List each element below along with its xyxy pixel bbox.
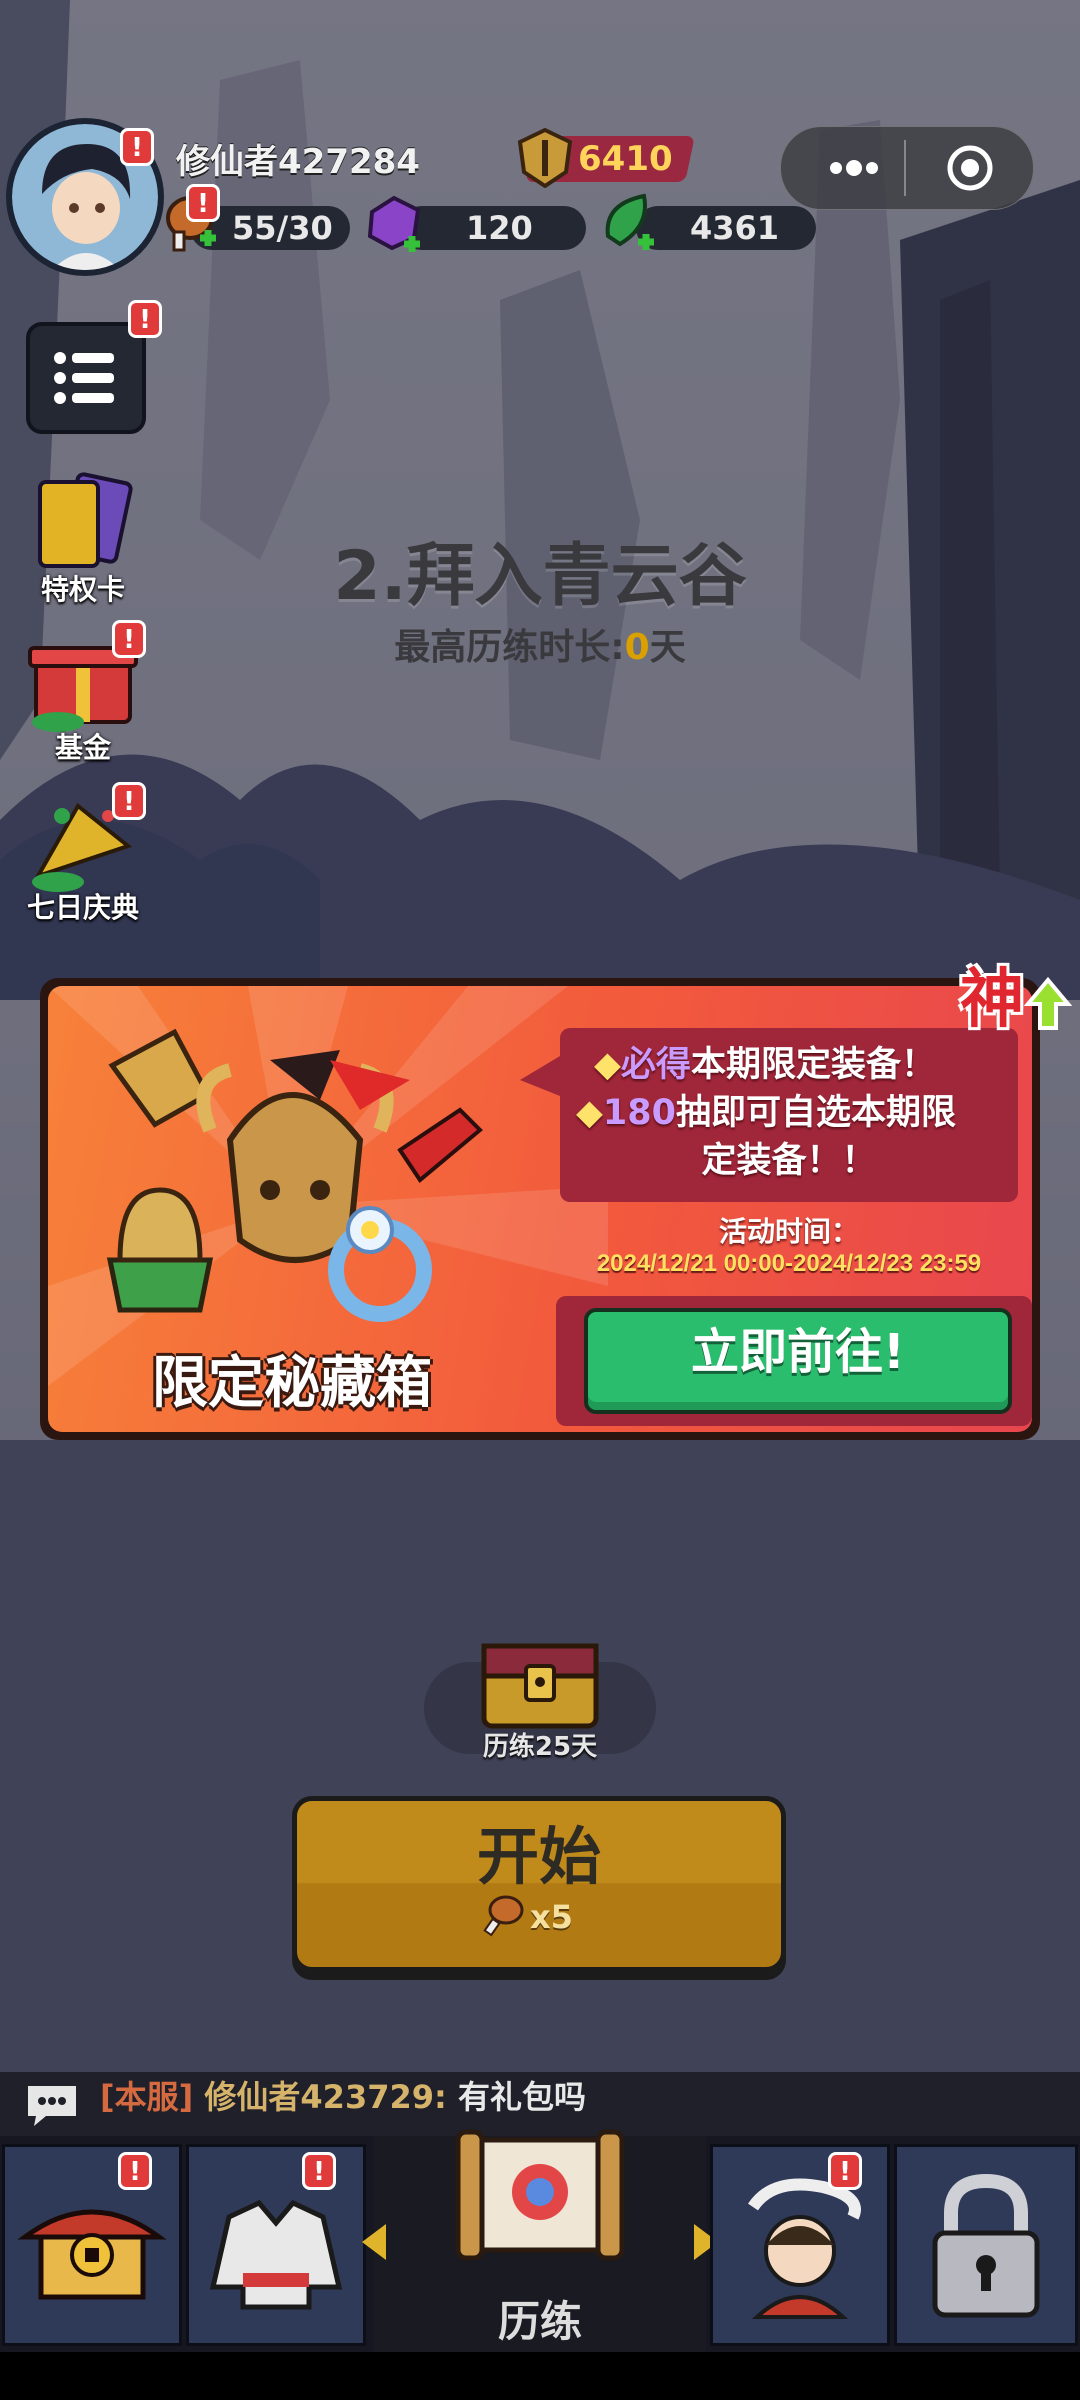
system-navigation-bar bbox=[0, 2352, 1080, 2400]
list-menu-icon bbox=[54, 352, 114, 404]
drumstick-cost-icon bbox=[483, 1895, 524, 1937]
chat-server-tag: [本服] bbox=[100, 2078, 194, 2116]
shop-alert-badge: ! bbox=[118, 2152, 152, 2190]
jade-leaf-icon bbox=[605, 193, 654, 250]
stage-title: 2.拜入青云谷 bbox=[333, 537, 747, 616]
guaranteed-text: 必得 bbox=[620, 1045, 691, 1085]
character-alert-badge: ! bbox=[828, 2152, 862, 2190]
chest-label: 历练25天 bbox=[482, 1732, 598, 1762]
reward-line-3: 定装备！！ bbox=[701, 1141, 877, 1181]
left-arrow-icon[interactable] bbox=[356, 2220, 392, 2264]
more-options-button[interactable] bbox=[808, 140, 898, 196]
gold-value: 6410 bbox=[578, 139, 673, 179]
scroll-training-icon bbox=[455, 2129, 625, 2261]
coin-pavilion-icon bbox=[17, 2209, 167, 2300]
equipment-alert-badge: ! bbox=[302, 2152, 336, 2190]
activity-time-label: 活动时间： bbox=[718, 1215, 859, 1248]
draw-count: 180 bbox=[602, 1093, 676, 1133]
go-now-button[interactable]: 立即前往! bbox=[584, 1308, 1012, 1414]
stamina-alert-badge: ! bbox=[186, 184, 220, 222]
limited-box-title: 限定秘藏箱 bbox=[152, 1351, 432, 1416]
best-training-duration: 最高历练时长:0天 bbox=[0, 618, 1080, 670]
upgrade-arrow-icon bbox=[1024, 976, 1072, 1030]
diamond-bullet-1: ◆ bbox=[594, 1045, 621, 1085]
menu-alert-badge: ! bbox=[128, 300, 162, 338]
best-time-suffix: 天 bbox=[649, 627, 686, 668]
fund-label: 基金 bbox=[54, 731, 111, 764]
close-miniprogram-button[interactable] bbox=[930, 140, 1010, 196]
god-tier-badge: 神 bbox=[960, 962, 1024, 1037]
treasure-chest-icon bbox=[481, 1643, 599, 1729]
gem-value: 120 bbox=[466, 209, 533, 247]
nav-locked-tab[interactable] bbox=[894, 2144, 1078, 2346]
main-menu-button[interactable] bbox=[26, 322, 146, 434]
padlock-icon bbox=[932, 2173, 1040, 2318]
nav-equipment-tab[interactable] bbox=[186, 2144, 366, 2346]
reward-line-2: ◆180抽即可自选本期限 bbox=[576, 1084, 956, 1135]
reward-line-1-text: 本期限定装备！ bbox=[690, 1045, 936, 1085]
chat-bubble-icon bbox=[28, 2086, 76, 2126]
start-label: 开始 bbox=[476, 1820, 601, 1893]
gold-shield-icon bbox=[517, 128, 573, 188]
start-cost: x5 bbox=[530, 1898, 573, 1936]
capsule-divider bbox=[904, 140, 906, 196]
jade-value: 4361 bbox=[690, 209, 780, 247]
activity-time-range: 2024/12/21 00:00-2024/12/23 23:59 bbox=[596, 1250, 982, 1277]
best-time-prefix: 最高历练时长: bbox=[394, 627, 625, 668]
more-dots-icon bbox=[830, 160, 878, 176]
reward-line-1: ◆必得本期限定装备！ bbox=[594, 1036, 936, 1087]
chat-username: 修仙者423729: bbox=[204, 2078, 447, 2116]
nav-training-label: 历练 bbox=[497, 2297, 582, 2346]
stamina-value: 55/30 bbox=[232, 209, 333, 247]
nav-character-tab[interactable] bbox=[710, 2144, 890, 2346]
robe-equipment-icon bbox=[209, 2199, 343, 2310]
nav-shop-tab[interactable] bbox=[2, 2144, 182, 2346]
info-box-pointer bbox=[520, 1050, 570, 1100]
best-time-value: 0 bbox=[624, 627, 650, 668]
player-name: 修仙者427284 bbox=[176, 142, 420, 182]
diamond-bullet-2: ◆ bbox=[576, 1093, 603, 1133]
reward-line-2-text: 抽即可自选本期限 bbox=[675, 1093, 956, 1133]
treasure-equipment-art bbox=[106, 1028, 483, 1322]
celebration-alert-badge: ! bbox=[112, 782, 146, 820]
avatar-alert-badge: ! bbox=[120, 128, 154, 166]
target-circle-icon bbox=[947, 145, 993, 191]
seven-day-celebration-label: 七日庆典 bbox=[26, 891, 139, 924]
chat-message: [本服] 修仙者423729: 有礼包吗 bbox=[100, 2072, 586, 2118]
chat-message-text: 有礼包吗 bbox=[457, 2078, 586, 2116]
purple-gem-icon bbox=[367, 195, 421, 252]
